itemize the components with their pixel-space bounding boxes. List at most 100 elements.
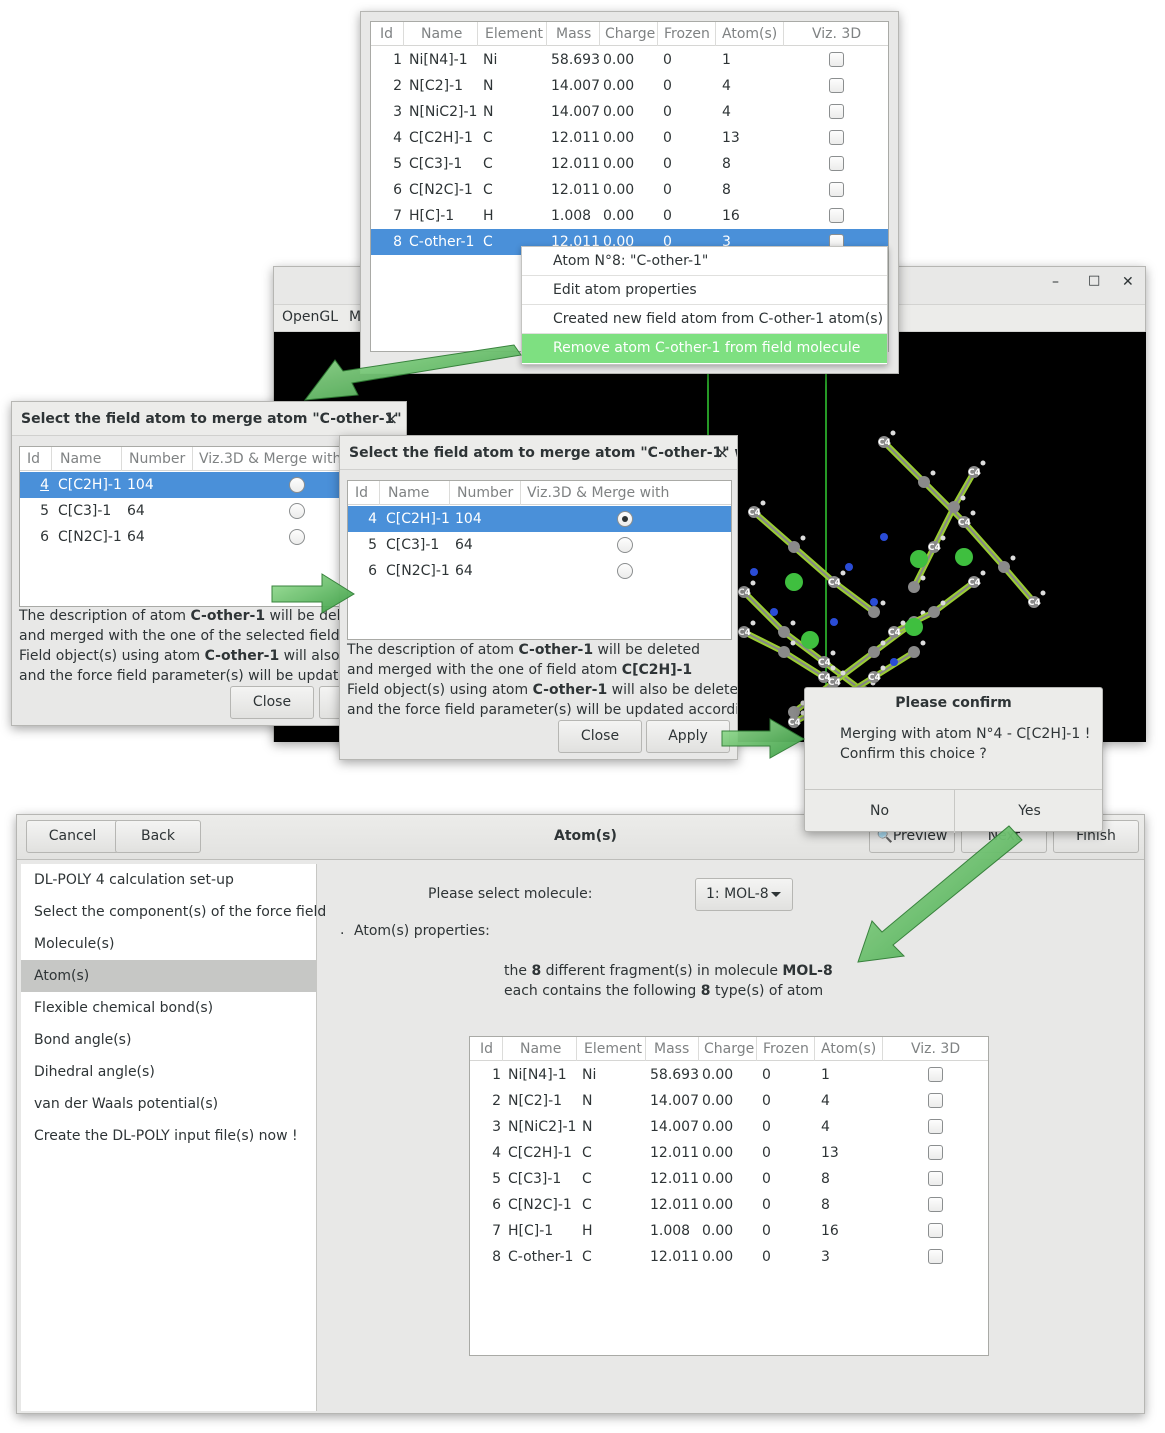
col-viz3d[interactable]: Viz. 3D [883, 1037, 988, 1061]
merge-radio[interactable] [617, 563, 633, 579]
viz3d-checkbox[interactable] [829, 156, 844, 171]
col-number[interactable]: Number [122, 447, 193, 471]
col-frozen[interactable]: Frozen [757, 1037, 815, 1061]
table-row[interactable]: 3 N[NiC2]-1 N 14.007 0.00 0 4 [470, 1114, 988, 1140]
table-row[interactable]: 7 H[C]-1 H 1.008 0.00 0 16 [470, 1218, 988, 1244]
col-charge[interactable]: Charge [699, 1037, 757, 1061]
apply-button[interactable]: Apply [646, 720, 730, 753]
merge-radio[interactable] [289, 477, 305, 493]
col-viz-merge[interactable]: Viz.3D & Merge with [521, 481, 731, 505]
back-button[interactable]: Back [115, 820, 201, 853]
close-button[interactable]: Close [558, 720, 642, 753]
sidebar-item[interactable]: van der Waals potential(s) [21, 1088, 316, 1120]
sidebar-item[interactable]: Bond angle(s) [21, 1024, 316, 1056]
atom-sphere [955, 548, 973, 566]
viz3d-checkbox[interactable] [928, 1067, 943, 1082]
table-row[interactable]: 2 N[C2]-1 N 14.007 0.00 0 4 [470, 1088, 988, 1114]
cell-id: 1 [393, 52, 402, 68]
cell-id: 6 [492, 1197, 501, 1213]
sidebar-item[interactable]: Create the DL-POLY input file(s) now ! [21, 1120, 316, 1152]
table-row[interactable]: 1 Ni[N4]-1 Ni 58.693 0.00 0 1 [470, 1062, 988, 1088]
viz3d-checkbox[interactable] [928, 1119, 943, 1134]
col-element[interactable]: Element [478, 22, 547, 46]
col-viz3d[interactable]: Viz. 3D [784, 22, 888, 46]
close-icon[interactable]: × [716, 436, 729, 470]
viz3d-checkbox[interactable] [928, 1171, 943, 1186]
viz3d-checkbox[interactable] [829, 208, 844, 223]
cell-name: N[NiC2]-1 [409, 104, 478, 120]
col-name[interactable]: Name [404, 22, 478, 46]
sidebar-item[interactable]: Dihedral angle(s) [21, 1056, 316, 1088]
col-id[interactable]: Id [20, 447, 52, 471]
viz3d-checkbox[interactable] [928, 1093, 943, 1108]
maximize-icon[interactable]: □ [1088, 273, 1100, 288]
viz3d-checkbox[interactable] [928, 1223, 943, 1238]
viz3d-checkbox[interactable] [928, 1197, 943, 1212]
col-mass[interactable]: Mass [547, 22, 600, 46]
cell-id: 8 [492, 1249, 501, 1265]
menu-opengl[interactable]: OpenGL [282, 309, 338, 325]
merge-radio[interactable] [617, 537, 633, 553]
sidebar-item[interactable]: DL-POLY 4 calculation set-up [21, 864, 316, 896]
sidebar-item[interactable]: Atom(s) [21, 960, 316, 992]
table-row[interactable]: 5 C[C3]-1 C 12.011 0.00 0 8 [470, 1166, 988, 1192]
cell-number: 64 [127, 503, 145, 519]
col-name[interactable]: Name [380, 481, 450, 505]
col-id[interactable]: Id [348, 481, 380, 505]
viz3d-checkbox[interactable] [829, 182, 844, 197]
merge-radio[interactable] [289, 503, 305, 519]
table-row[interactable]: 6 C[N2C]-1 C 12.011 0.00 0 8 [470, 1192, 988, 1218]
table-row[interactable]: 4 C[C2H]-1 C 12.011 0.00 0 13 [470, 1140, 988, 1166]
table-row[interactable]: 4 C[C2H]-1 C 12.011 0.00 0 13 [371, 125, 888, 151]
cancel-button[interactable]: Cancel [26, 820, 119, 853]
viz3d-checkbox[interactable] [829, 52, 844, 67]
viz3d-checkbox[interactable] [829, 104, 844, 119]
table-row[interactable]: 3 N[NiC2]-1 N 14.007 0.00 0 4 [371, 99, 888, 125]
col-name[interactable]: Name [52, 447, 122, 471]
col-element[interactable]: Element [577, 1037, 646, 1061]
viz3d-checkbox[interactable] [928, 1145, 943, 1160]
col-frozen[interactable]: Frozen [658, 22, 716, 46]
table-row[interactable]: 6 C[N2C]-1 64 [348, 558, 731, 584]
menu-item-remove-atom[interactable]: Remove atom C-other-1 from field molecul… [522, 334, 887, 363]
cell-atom-count: 4 [821, 1093, 830, 1109]
col-atoms[interactable]: Atom(s) [815, 1037, 883, 1061]
menu-item-edit-atom[interactable]: Edit atom properties [522, 276, 887, 305]
viz3d-checkbox[interactable] [928, 1249, 943, 1264]
table-row[interactable]: 8 C-other-1 C 12.011 0.00 0 3 [470, 1244, 988, 1270]
viz3d-checkbox[interactable] [829, 78, 844, 93]
close-button[interactable]: Close [230, 686, 314, 719]
sidebar-item[interactable]: Molecule(s) [21, 928, 316, 960]
atom-label: C4 [788, 718, 801, 728]
table-row[interactable]: 2 N[C2]-1 N 14.007 0.00 0 4 [371, 73, 888, 99]
close-icon[interactable]: ✕ [1122, 274, 1134, 290]
molecule-combo[interactable]: 1: MOL-8 [695, 878, 793, 911]
merge-radio[interactable] [617, 511, 633, 527]
no-button[interactable]: No [805, 790, 955, 833]
viz3d-checkbox[interactable] [829, 130, 844, 145]
col-atoms[interactable]: Atom(s) [716, 22, 784, 46]
table-row[interactable]: 5 C[C3]-1 64 [348, 532, 731, 558]
yes-button[interactable]: Yes [955, 790, 1104, 833]
col-mass[interactable]: Mass [646, 1037, 699, 1061]
cell-number: 104 [127, 477, 154, 493]
table-row[interactable]: 7 H[C]-1 H 1.008 0.00 0 16 [371, 203, 888, 229]
merge-radio[interactable] [289, 529, 305, 545]
close-icon[interactable]: × [385, 402, 398, 436]
table-row[interactable]: 5 C[C3]-1 C 12.011 0.00 0 8 [371, 151, 888, 177]
bond [1003, 566, 1035, 603]
col-name[interactable]: Name [503, 1037, 577, 1061]
col-number[interactable]: Number [450, 481, 521, 505]
minimize-icon[interactable]: – [1052, 274, 1059, 290]
col-id[interactable]: Id [371, 22, 404, 46]
table-row[interactable]: 4 C[C2H]-1 104 [348, 506, 731, 532]
cell-frozen: 0 [762, 1067, 771, 1083]
table-row[interactable]: 1 Ni[N4]-1 Ni 58.693 0.00 0 1 [371, 47, 888, 73]
cell-name: C[C2H]-1 [58, 477, 122, 493]
col-id[interactable]: Id [470, 1037, 503, 1061]
sidebar-item[interactable]: Flexible chemical bond(s) [21, 992, 316, 1024]
sidebar-item[interactable]: Select the component(s) of the force fie… [21, 896, 326, 928]
table-row[interactable]: 6 C[N2C]-1 C 12.011 0.00 0 8 [371, 177, 888, 203]
menu-item-create-field-atom[interactable]: Created new field atom from C-other-1 at… [522, 305, 887, 334]
col-charge[interactable]: Charge [600, 22, 658, 46]
